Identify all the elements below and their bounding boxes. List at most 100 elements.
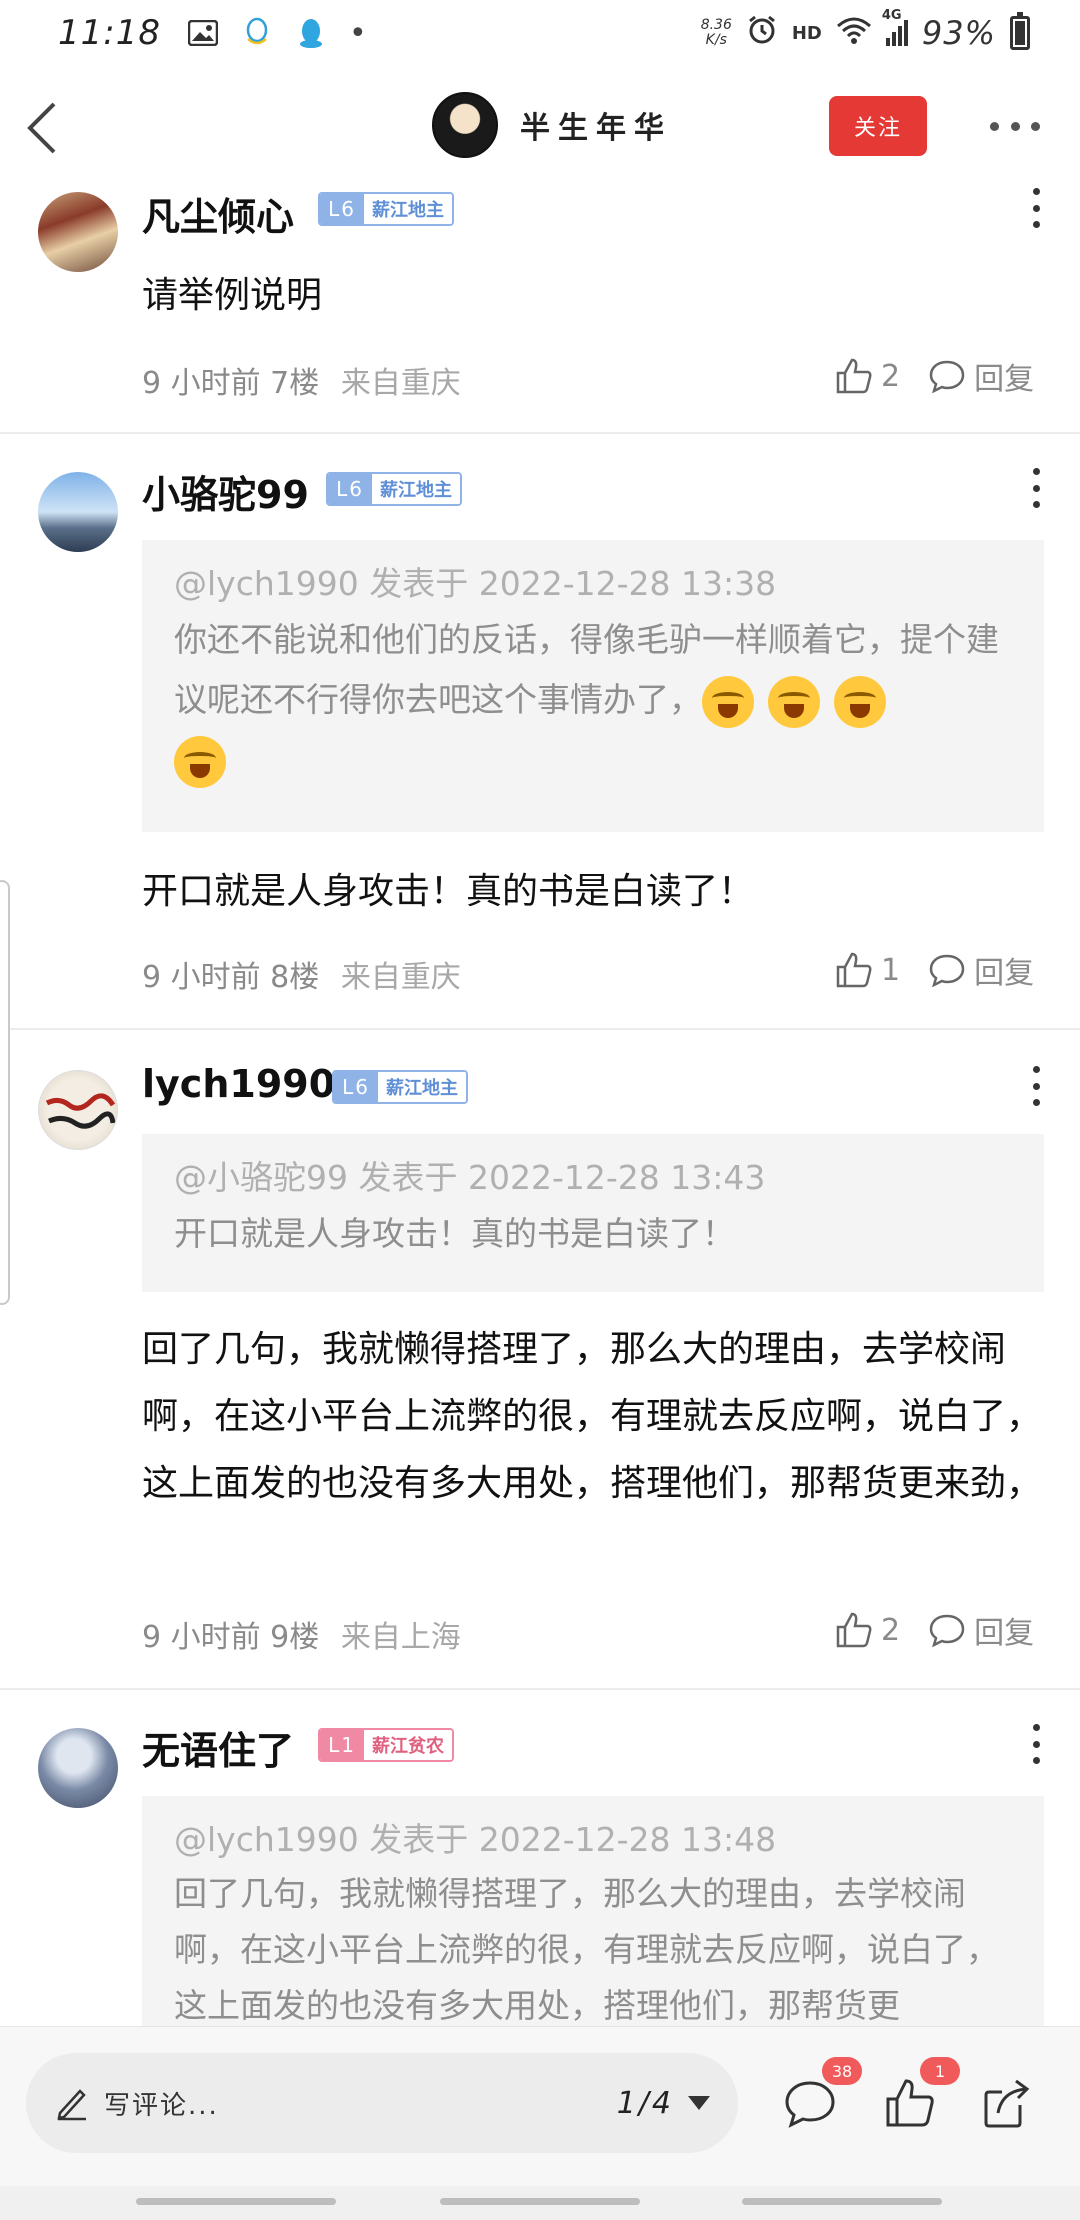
network-speed-value: 8.36 [700, 17, 732, 33]
commenter-name[interactable]: 凡尘倾心 [142, 186, 294, 241]
comment-floor: 9楼 [270, 1620, 320, 1655]
thumbs-up-icon [836, 1612, 872, 1648]
follow-button[interactable]: 关注 [829, 96, 927, 156]
comment-actions: 2 回复 [835, 1608, 1034, 1652]
avatar[interactable] [38, 192, 118, 272]
like-button[interactable]: 2 [835, 357, 900, 395]
commenter-name[interactable]: 无语住了 [142, 1720, 294, 1775]
crying-laughing-emoji-icon [834, 675, 886, 728]
reply-label: 回复 [974, 362, 1035, 397]
comment-floor: 8楼 [270, 960, 320, 995]
quote-header: @lych1990 发表于 2022-12-28 13:38 [174, 564, 777, 603]
comment-actions: 2 回复 [835, 354, 1034, 398]
comment-menu-icon[interactable] [1031, 1066, 1041, 1106]
comment-text: 请举例说明 [142, 275, 323, 316]
commenter-name[interactable]: 小骆驼99 [142, 464, 309, 519]
more-options-icon[interactable] [990, 106, 1040, 146]
author-avatar[interactable] [432, 92, 498, 158]
nav-pill-right[interactable] [742, 2198, 942, 2205]
status-time: 11:18 [58, 13, 161, 53]
reply-label: 回复 [974, 956, 1035, 991]
level-badge: L6 薪江地主 [332, 1070, 468, 1104]
avatar[interactable] [38, 472, 118, 552]
quoted-comment: @lych1990 发表于 2022-12-28 13:48 回了几句，我就懒得… [142, 1796, 1044, 2026]
qq-outline-icon [241, 17, 273, 48]
comment-input-placeholder: 写评论... [104, 2090, 219, 2121]
comment-actions: 1 回复 [835, 948, 1034, 992]
hd-indicator: HD [791, 22, 822, 44]
quoted-comment: @小骆驼99 发表于 2022-12-28 13:43 开口就是人身攻击！真的书… [142, 1134, 1044, 1292]
comment-item: 凡尘倾心 L6 薪江地主 请举例说明 9 小时前 7楼 来自重庆 2 回复 [0, 186, 1080, 434]
nav-pill-center[interactable] [440, 2198, 640, 2205]
thumbs-up-icon [836, 358, 872, 394]
comment-menu-icon[interactable] [1031, 468, 1041, 508]
top-header: 半生年华 关注 [0, 66, 1080, 186]
comment-input[interactable]: 写评论... 1/4 [26, 2053, 738, 2153]
battery-level: 93% [921, 14, 996, 52]
comment-time: 9 小时前 [142, 1620, 261, 1655]
like-count: 2 [881, 358, 901, 394]
wifi-icon [836, 16, 872, 50]
comment-item: 无语住了 L1 薪江贫农 @lych1990 发表于 2022-12-28 13… [0, 1690, 1080, 2026]
image-icon [187, 18, 219, 48]
like-count: 2 [881, 1612, 901, 1648]
signal-type: 4G [881, 8, 902, 23]
comment-meta: 9 小时前 9楼 来自上海 [142, 1612, 461, 1656]
qq-icon [295, 18, 327, 48]
like-count: 1 [881, 952, 901, 988]
quoted-comment: @lych1990 发表于 2022-12-28 13:38 你还不能说和他们的… [142, 540, 1044, 832]
comment-location: 来自重庆 [340, 366, 461, 401]
quote-body: 开口就是人身攻击！真的书是白读了！ [174, 1214, 735, 1253]
pencil-icon [57, 2089, 86, 2121]
quote-header: @小骆驼99 发表于 2022-12-28 13:43 [174, 1158, 766, 1197]
comment-menu-icon[interactable] [1031, 188, 1041, 228]
page-dropdown-icon[interactable] [688, 2096, 710, 2110]
reply-button[interactable]: 回复 [928, 354, 1034, 398]
thumbs-up-icon [836, 952, 872, 988]
quote-body: 回了几句，我就懒得搭理了，那么大的理由，去学校闹啊，在这小平台上流弊的很，有理就… [174, 1874, 999, 2025]
level-title: 薪江地主 [378, 1072, 466, 1102]
status-bar: 11:18 • 8.36 K/s HD 4G 93% [0, 0, 1080, 66]
comment-meta: 9 小时前 8楼 来自重庆 [142, 952, 461, 996]
comment-bubble-icon [929, 360, 965, 393]
bottom-action-bar: 写评论... 1/4 38 1 [0, 2026, 1080, 2186]
side-drawer-handle[interactable] [0, 880, 10, 1305]
reply-label: 回复 [974, 1616, 1035, 1651]
comment-bubble-icon [929, 954, 965, 987]
like-button[interactable]: 1 [835, 951, 900, 989]
comment-text: 开口就是人身攻击！真的书是白读了！ [142, 871, 755, 912]
level-label: L6 [334, 1072, 378, 1102]
commenter-name[interactable]: lych1990 [142, 1062, 335, 1106]
comment-item: lych1990 L6 薪江地主 @小骆驼99 发表于 2022-12-28 1… [0, 1030, 1080, 1690]
quote-body: 你还不能说和他们的反话，得像毛驴一样顺着它，提个建议呢还不行得你去吧这个事情办了… [174, 610, 1014, 790]
comment-bubble-icon [929, 1614, 965, 1647]
battery-icon [1010, 12, 1030, 50]
signal-icon: 4G [882, 8, 908, 46]
network-speed-unit: K/s [705, 32, 727, 48]
author-name[interactable]: 半生年华 [520, 103, 672, 147]
level-title: 薪江地主 [372, 474, 460, 504]
avatar[interactable] [38, 1070, 118, 1150]
level-badge: L6 薪江地主 [318, 192, 454, 226]
comment-item: 小骆驼99 L6 薪江地主 @lych1990 发表于 2022-12-28 1… [0, 434, 1080, 1030]
comment-time: 9 小时前 [142, 366, 261, 401]
like-button[interactable]: 2 [835, 1611, 900, 1649]
share-icon [984, 2079, 1030, 2128]
avatar[interactable] [38, 1728, 118, 1808]
reply-button[interactable]: 回复 [928, 948, 1034, 992]
share-button[interactable] [980, 2075, 1036, 2131]
network-speed: 8.36 K/s [701, 18, 732, 48]
level-title: 薪江贫农 [364, 1730, 452, 1760]
comment-count-badge: 38 [822, 2057, 862, 2085]
comment-menu-icon[interactable] [1031, 1724, 1041, 1764]
quote-header: @lych1990 发表于 2022-12-28 13:48 [174, 1820, 777, 1859]
nav-pill-left[interactable] [136, 2198, 336, 2205]
comment-location: 来自上海 [340, 1620, 461, 1655]
reply-button[interactable]: 回复 [928, 1608, 1034, 1652]
author-info[interactable]: 半生年华 [432, 92, 672, 158]
level-badge: L1 薪江贫农 [318, 1728, 454, 1762]
level-title: 薪江地主 [364, 194, 452, 224]
page-indicator[interactable]: 1/4 [617, 2086, 674, 2121]
comment-location: 来自重庆 [340, 960, 461, 995]
back-button[interactable] [22, 98, 62, 158]
